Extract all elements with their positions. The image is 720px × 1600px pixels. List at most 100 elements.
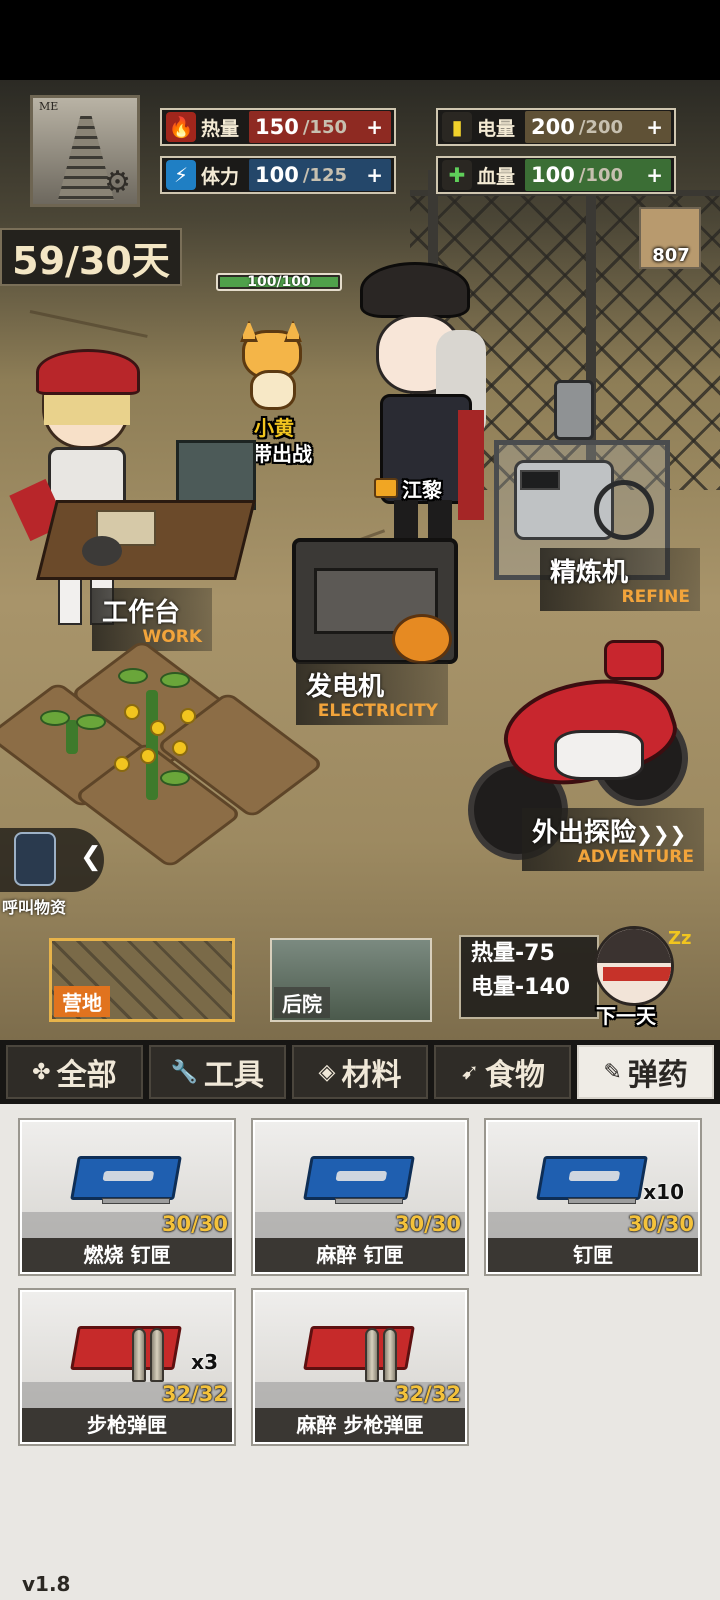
location-backyard-label: 后院 [274, 987, 330, 1018]
adventure-button[interactable]: 外出探险❯❯❯ ADVENTURE [522, 808, 704, 871]
material-icon: ◈ [318, 1059, 336, 1085]
inventory-grid: 30/30 燃烧 钉匣 30/30 麻醉 钉匣 x10 30/30 钉匣 x3 … [0, 1104, 720, 1600]
bullet-icon: ✎ [603, 1059, 622, 1085]
stat-heat-label: 热量 [201, 117, 240, 140]
stat-power-add-button[interactable]: + [646, 115, 663, 139]
nail-icon [102, 1198, 170, 1204]
item-card[interactable]: 32/32 麻醉 步枪弹匣 [251, 1288, 469, 1446]
pet-hp-bar: 100/100 [216, 273, 342, 291]
stat-power-label: 电量 [477, 117, 516, 140]
item-count: 30/30 [394, 1212, 461, 1236]
tab-tools-label: 工具 [203, 1058, 264, 1093]
battery-icon: ▮ [442, 112, 472, 142]
photo-tag: ME [39, 100, 59, 113]
notes-count: 807 [652, 245, 690, 266]
pet-name: 小黄 [254, 416, 294, 440]
ammo-box-icon [70, 1326, 182, 1370]
blood-drop-icon: ✚ [442, 160, 472, 190]
stat-heat-value-box: 150 /150 + [249, 111, 391, 143]
generator-label: 发电机 ELECTRICITY [296, 662, 448, 725]
plant-leaf [76, 714, 106, 730]
stat-blood-label: 血量 [477, 165, 516, 188]
stat-power-max: /200 [578, 116, 623, 138]
tab-ammo-label: 弹药 [627, 1058, 688, 1093]
bullet-cartridge-icon [150, 1328, 164, 1382]
adventure-label-cn: 外出探险 [532, 818, 637, 848]
item-name: 麻醉 钉匣 [255, 1238, 465, 1272]
plant-leaf [118, 668, 148, 684]
item-card[interactable]: x10 30/30 钉匣 [484, 1118, 702, 1276]
flame-icon: 🔥 [166, 112, 196, 142]
workbench[interactable] [36, 440, 256, 590]
pet-hp-text: 100/100 [247, 274, 311, 290]
sleep-zz-icon: Zz [668, 928, 692, 949]
plant-flower [180, 708, 196, 724]
stat-blood-max: /100 [578, 164, 623, 186]
location-camp-tab[interactable]: 营地 [49, 938, 235, 1022]
refiner-label-en: REFINE [621, 587, 690, 607]
nail-icon [568, 1198, 636, 1204]
radio-icon [14, 832, 56, 886]
plant-flower [114, 756, 130, 772]
bullet-cartridge-icon [383, 1328, 397, 1382]
plant-leaf [160, 672, 190, 688]
plant-flower [124, 704, 140, 720]
nail-box-icon [536, 1156, 648, 1200]
tab-tools[interactable]: 🔧 工具 [148, 1045, 286, 1099]
lightning-icon: ⚡ [166, 160, 196, 190]
next-day-heat-cost: 热量-75 [471, 941, 555, 966]
bullet-cartridge-icon [132, 1328, 146, 1382]
location-camp-label: 营地 [54, 986, 110, 1017]
next-day-label: 下一天 [596, 1004, 656, 1028]
status-bar-area [0, 0, 720, 80]
plant-stem [146, 690, 158, 800]
stat-stamina-label: 体力 [201, 165, 240, 188]
workbench-label: 工作台 WORK [92, 588, 212, 651]
generator-label-en: ELECTRICITY [317, 701, 438, 721]
item-name: 钉匣 [488, 1238, 698, 1272]
stat-heat-max: /150 [302, 116, 347, 138]
pet-dog[interactable] [236, 320, 308, 416]
plant-leaf [160, 770, 190, 786]
adventure-arrows-icon: ❯❯❯ [636, 822, 687, 846]
tab-food[interactable]: ➹ 食物 [434, 1045, 572, 1099]
tab-ammo[interactable]: ✎ 弹药 [577, 1045, 714, 1099]
item-name: 麻醉 步枪弹匣 [255, 1408, 465, 1442]
call-supplies-button[interactable]: ❮ 呼叫物资 [0, 828, 112, 920]
generator-label-cn: 发电机 [306, 672, 385, 702]
stat-stamina-add-button[interactable]: + [366, 163, 383, 187]
nail-icon [335, 1198, 403, 1204]
refiner-label-cn: 精炼机 [550, 558, 629, 588]
ammo-box-icon [303, 1326, 415, 1370]
call-supplies-label: 呼叫物资 [2, 898, 67, 917]
item-card[interactable]: 30/30 麻醉 钉匣 [251, 1118, 469, 1276]
item-quantity: x10 [643, 1180, 684, 1204]
drumstick-icon: ➹ [460, 1059, 479, 1085]
location-backyard-tab[interactable]: 后院 [270, 938, 432, 1022]
item-count: 32/32 [161, 1382, 228, 1406]
officer-character[interactable] [356, 260, 496, 560]
stat-blood-add-button[interactable]: + [646, 163, 663, 187]
generator[interactable] [292, 538, 462, 668]
next-day-button[interactable]: Zz 下一天 [586, 926, 696, 1032]
item-card[interactable]: 30/30 燃烧 钉匣 [18, 1118, 236, 1276]
clover-icon: ✤ [32, 1059, 51, 1085]
stat-stamina: ⚡ 体力 100 /125 + [160, 156, 396, 194]
tab-all[interactable]: ✤ 全部 [6, 1045, 143, 1099]
stat-power: ▮ 电量 200 /200 + [436, 108, 676, 146]
stat-heat-add-button[interactable]: + [366, 115, 383, 139]
workbench-label-en: WORK [142, 627, 202, 647]
tab-materials[interactable]: ◈ 材料 [291, 1045, 429, 1099]
inventory-tabs: ✤ 全部 🔧 工具 ◈ 材料 ➹ 食物 ✎ 弹药 [0, 1040, 720, 1104]
item-name: 燃烧 钉匣 [22, 1238, 232, 1272]
profile-settings-button[interactable]: ME ⚙ [30, 95, 140, 207]
workbench-label-cn: 工作台 [102, 598, 181, 628]
adventure-label-en: ADVENTURE [577, 847, 694, 867]
tab-food-label: 食物 [485, 1058, 545, 1093]
sleeping-character-avatar [594, 926, 674, 1006]
item-card[interactable]: x3 32/32 步枪弹匣 [18, 1288, 236, 1446]
stat-blood-value-box: 100 /100 + [525, 159, 671, 191]
gear-icon: ⚙ [104, 165, 131, 200]
stat-stamina-max: /125 [302, 164, 347, 186]
tab-all-label: 全部 [56, 1058, 117, 1093]
